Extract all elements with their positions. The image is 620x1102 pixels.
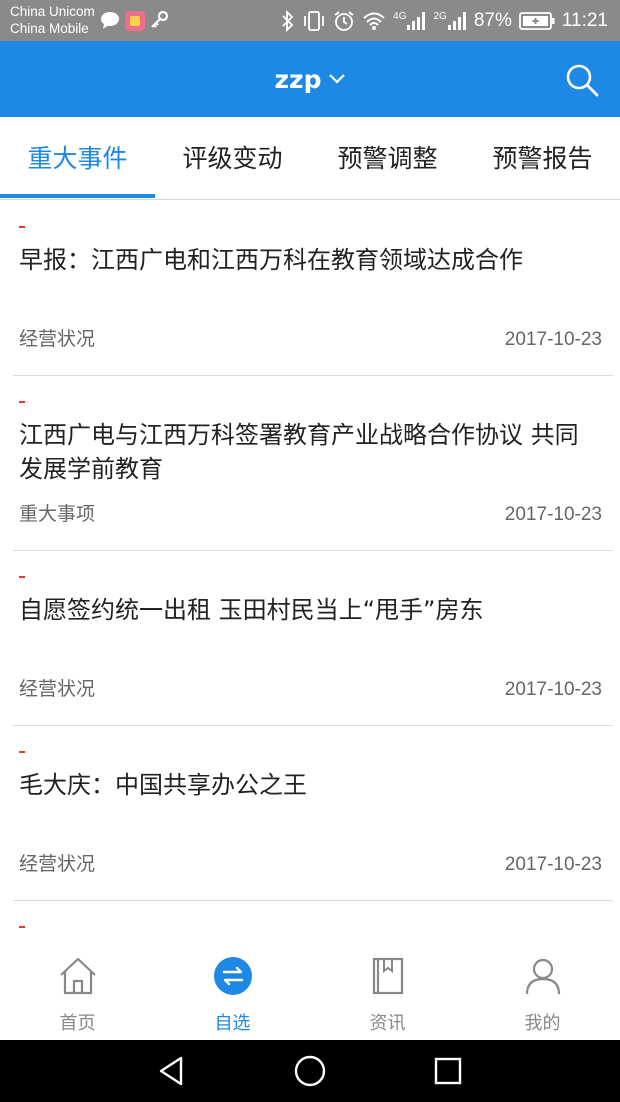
carrier-2: China Mobile: [10, 21, 89, 36]
news-category: 经营状况: [19, 328, 96, 350]
news-category: 重大事项: [19, 503, 96, 525]
tab-alert-adjustments[interactable]: 预警调整: [310, 117, 465, 197]
system-nav-bar: [0, 1040, 620, 1102]
home-icon: [60, 957, 96, 995]
news-title: 自愿签约统一出租 玉田村民当上“甩手”房东: [19, 596, 484, 624]
alarm-icon: [334, 10, 354, 31]
signal-icon: [447, 11, 466, 30]
wifi-icon: [363, 12, 385, 30]
vibrate-icon: [304, 10, 325, 31]
tab-label: 预警报告: [492, 144, 593, 173]
carrier-1: China Unicom: [10, 4, 95, 19]
signal-2: 2G: [433, 11, 466, 31]
red-marker: [19, 226, 25, 228]
nav-label: 资讯: [369, 1013, 406, 1034]
red-marker: [19, 401, 25, 403]
exchange-icon: [214, 957, 252, 995]
bottom-nav: 首页 自选 资讯 我的: [0, 947, 620, 1039]
recents-icon[interactable]: [431, 1054, 465, 1088]
account-selector[interactable]: zzp: [0, 41, 620, 117]
nav-label: 我的: [524, 1013, 561, 1034]
user-icon: [525, 958, 561, 995]
news-title: 早报：江西广电和江西万科在教育领域达成合作: [19, 246, 523, 274]
news-category: 经营状况: [19, 853, 96, 875]
news-title: 毛大庆：中国共享办公之王: [19, 771, 307, 799]
nav-news[interactable]: 资讯: [310, 947, 465, 1039]
nav-home[interactable]: 首页: [0, 947, 155, 1039]
book-icon: [372, 957, 404, 995]
message-icon: [101, 12, 119, 29]
tab-rating-changes[interactable]: 评级变动: [155, 117, 310, 197]
news-date: 2017-10-23: [504, 329, 602, 350]
search-icon[interactable]: [564, 62, 600, 98]
app-bar: zzp: [0, 41, 620, 117]
signal-1: 4G: [393, 11, 426, 31]
red-marker: [19, 576, 25, 578]
signal-icon: [407, 11, 426, 30]
news-date: 2017-10-23: [504, 854, 602, 875]
clock: 11:21: [561, 9, 608, 31]
active-tab-indicator: [0, 194, 155, 198]
nav-profile[interactable]: 我的: [465, 947, 620, 1039]
news-date: 2017-10-23: [504, 504, 602, 525]
red-marker: [19, 751, 25, 753]
news-list[interactable]: 早报：江西广电和江西万科在教育领域达成合作 经营状况 2017-10-23 江西…: [0, 200, 620, 947]
back-icon[interactable]: [155, 1054, 189, 1088]
status-bar: China Unicom China Mobile 4G 2G 87% 11:2…: [0, 0, 620, 41]
key-icon: [151, 10, 169, 28]
news-title: 江西广电与江西万科签署教育产业战略合作协议 共同发展学前教育: [19, 421, 579, 483]
news-category: 经营状况: [19, 678, 96, 700]
tab-label: 预警调整: [337, 144, 438, 173]
battery-percent: 87%: [473, 9, 512, 31]
battery-icon: [518, 11, 555, 30]
status-right: 4G 2G 87% 11:21: [281, 0, 608, 41]
news-date: 2017-10-23: [504, 679, 602, 700]
tab-label: 评级变动: [182, 144, 283, 173]
list-item[interactable]: [13, 900, 613, 947]
network-2: 2G: [433, 10, 447, 22]
red-marker: [19, 926, 25, 928]
app-title: zzp: [274, 64, 322, 94]
category-tabs: 重大事件 评级变动 预警调整 预警报告: [0, 117, 620, 200]
tab-major-events[interactable]: 重大事件: [0, 117, 155, 197]
list-item[interactable]: 毛大庆：中国共享办公之王 经营状况 2017-10-23: [13, 725, 613, 901]
tab-label: 重大事件: [27, 144, 128, 173]
nav-label: 首页: [59, 1013, 96, 1034]
list-item[interactable]: 江西广电与江西万科签署教育产业战略合作协议 共同发展学前教育 重大事项 2017…: [13, 375, 613, 551]
app-notification-icon: [125, 11, 145, 31]
list-item[interactable]: 自愿签约统一出租 玉田村民当上“甩手”房东 经营状况 2017-10-23: [13, 550, 613, 726]
network-1: 4G: [393, 10, 407, 22]
list-item[interactable]: 早报：江西广电和江西万科在教育领域达成合作 经营状况 2017-10-23: [13, 200, 613, 376]
chevron-down-icon: [328, 74, 345, 84]
nav-watchlist[interactable]: 自选: [155, 947, 310, 1039]
nav-label: 自选: [214, 1013, 251, 1034]
tab-alert-reports[interactable]: 预警报告: [465, 117, 620, 197]
bluetooth-icon: [282, 9, 294, 32]
home-circle-icon[interactable]: [293, 1054, 327, 1088]
carrier-info: China Unicom China Mobile: [10, 3, 95, 37]
